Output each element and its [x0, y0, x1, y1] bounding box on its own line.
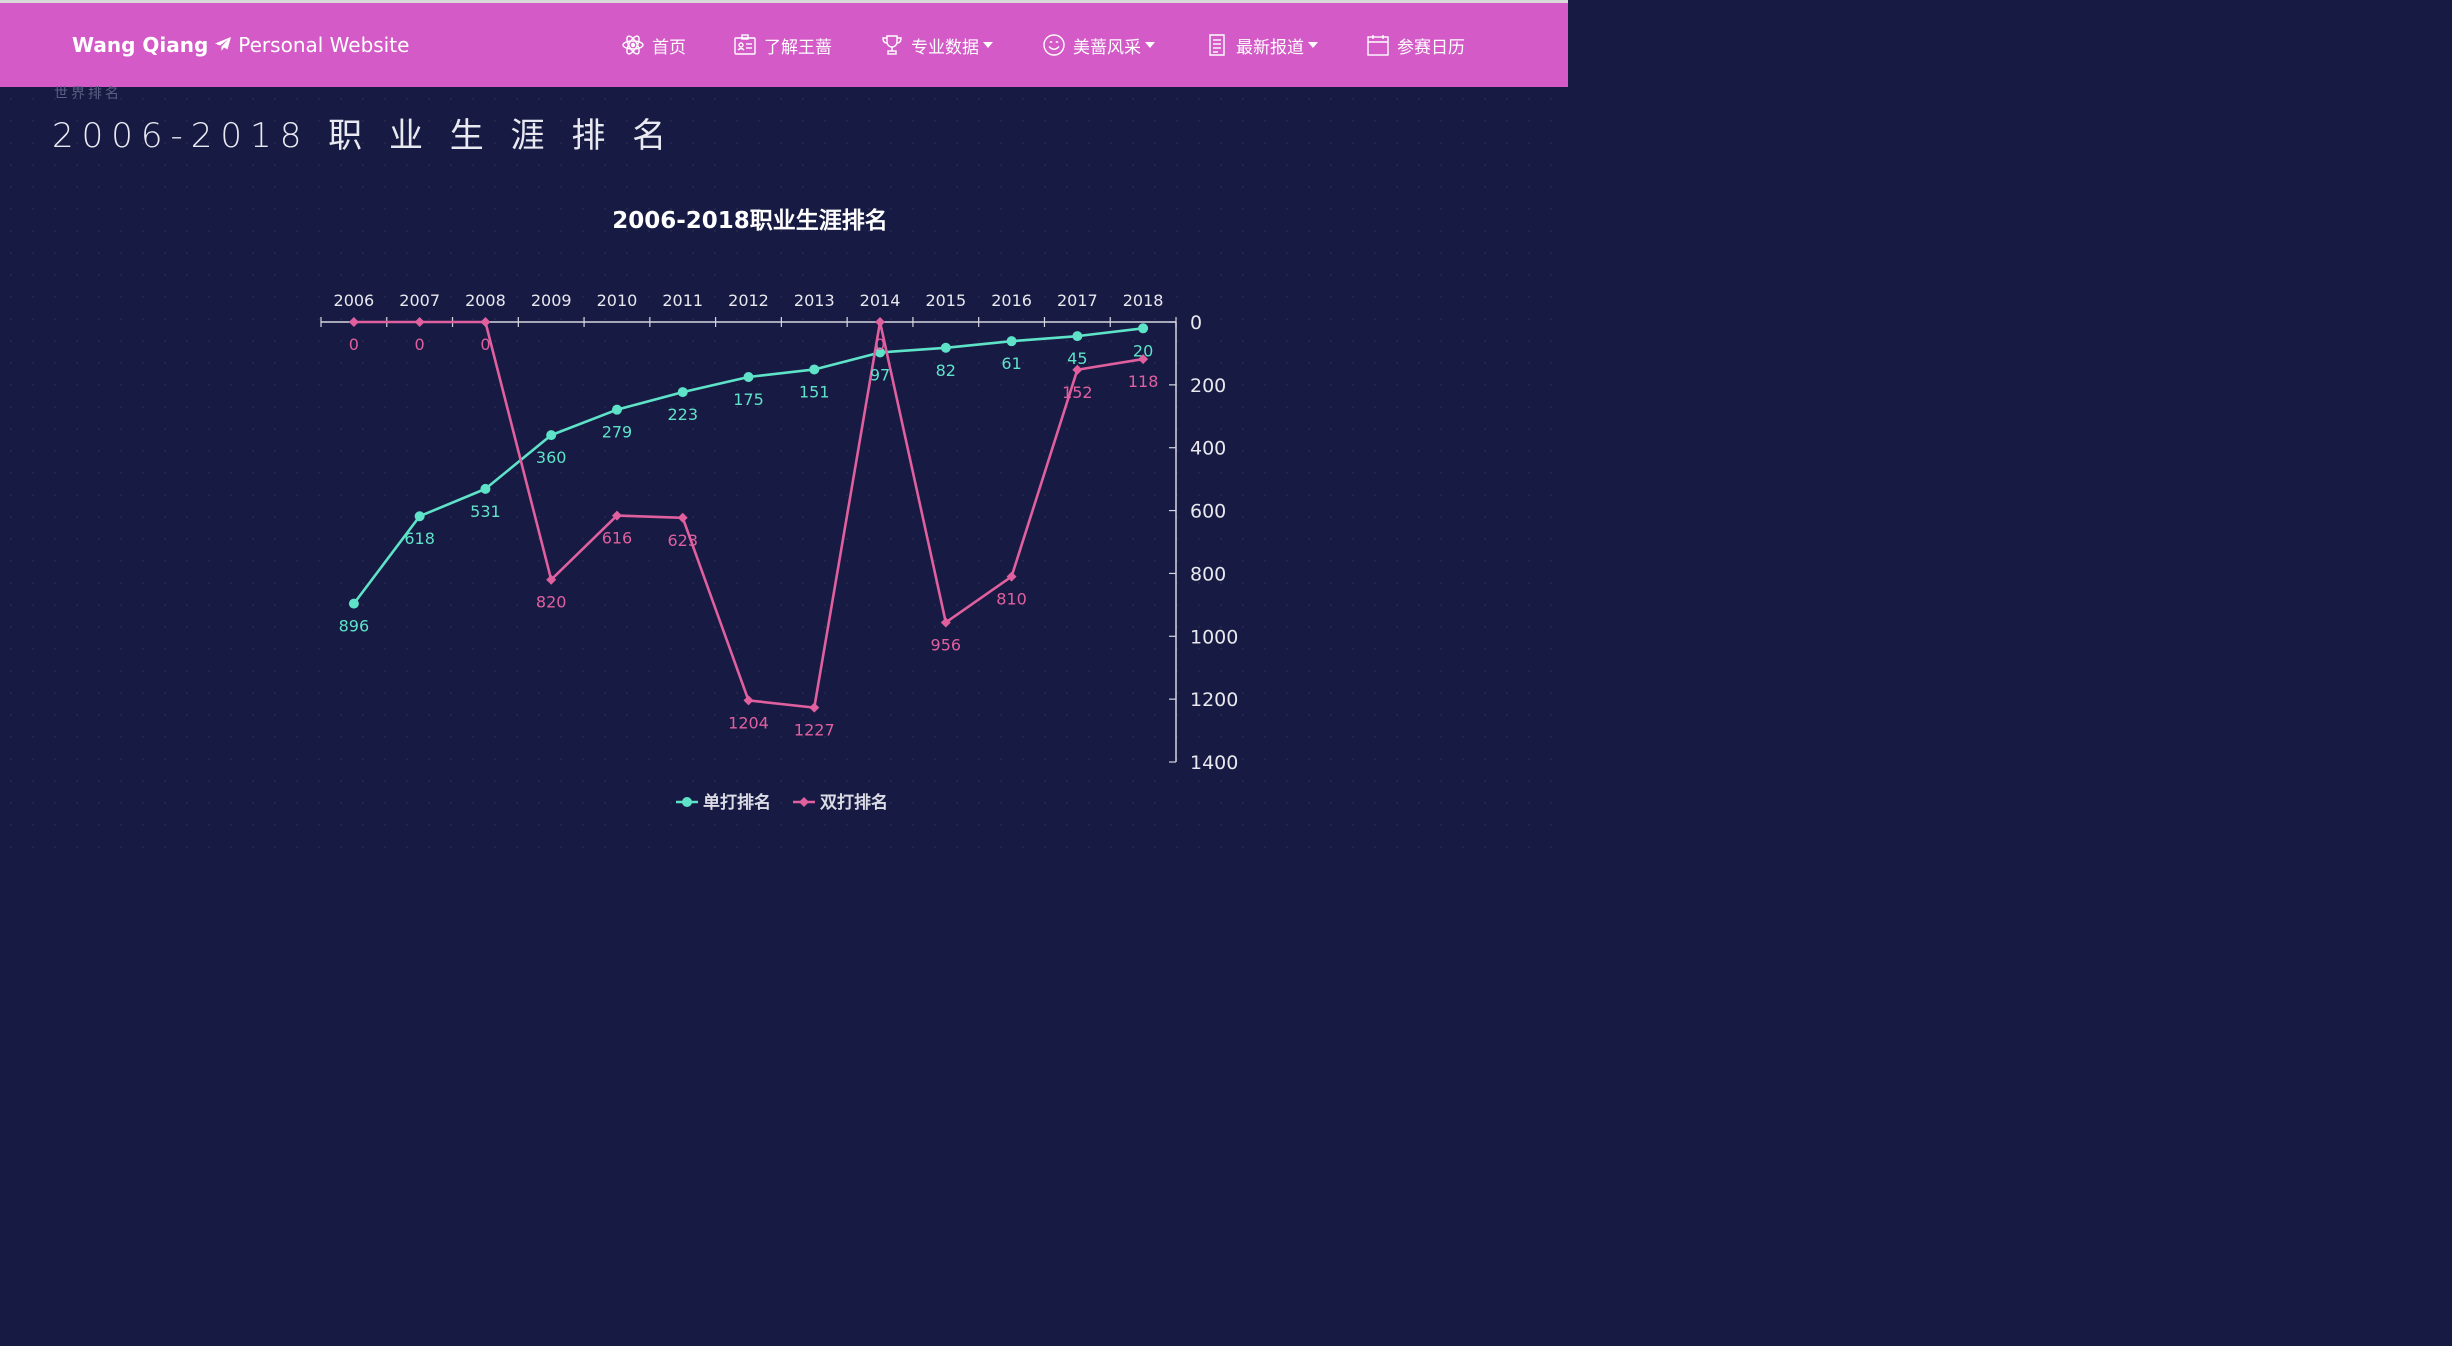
series-line: [352, 326, 1144, 605]
ranking-chart: 2006-2018职业生涯排名 2006 2007 2008 2009 2010 2011…: [320, 207, 1238, 813]
data-point[interactable]: [480, 317, 491, 327]
data-label: 223: [667, 405, 698, 424]
x-tick-label: 2015: [925, 291, 966, 310]
data-label: 82: [936, 361, 956, 380]
data-point[interactable]: [414, 511, 425, 522]
data-label: 279: [602, 423, 633, 442]
data-label: 151: [799, 382, 830, 401]
data-label: 618: [404, 529, 435, 548]
data-point[interactable]: [1138, 323, 1149, 334]
data-point[interactable]: [480, 483, 491, 494]
data-point[interactable]: [809, 364, 820, 375]
x-tick-label: 2017: [1057, 291, 1098, 310]
data-label: 623: [667, 531, 698, 550]
data-point[interactable]: [546, 430, 557, 441]
y-tick-label: 200: [1190, 375, 1226, 397]
data-label: 0: [349, 335, 359, 354]
data-label: 820: [536, 593, 567, 612]
data-label: 0: [480, 335, 490, 354]
data-label: 175: [733, 390, 764, 409]
legend-marker: [682, 797, 692, 807]
legend-item[interactable]: 双打排名: [820, 792, 888, 813]
data-label: 1204: [728, 713, 769, 732]
x-tick-label: 2013: [794, 291, 835, 310]
data-label: 616: [602, 529, 633, 548]
legend-marker: [799, 797, 809, 807]
data-label: 0: [415, 335, 425, 354]
x-tick-label: 2010: [597, 291, 638, 310]
y-tick-label: 0: [1190, 312, 1202, 334]
data-label: 531: [470, 502, 501, 521]
data-label: 152: [1062, 383, 1093, 402]
data-label: 20: [1133, 341, 1153, 360]
data-label: 360: [536, 448, 567, 467]
x-tick-label: 2014: [860, 291, 901, 310]
data-label: 896: [339, 617, 370, 636]
y-tick-label: 1400: [1190, 752, 1238, 774]
data-point[interactable]: [611, 404, 622, 415]
data-point[interactable]: [348, 317, 359, 327]
data-label: 61: [1001, 354, 1021, 373]
data-point[interactable]: [677, 387, 688, 398]
data-point[interactable]: [1006, 336, 1017, 347]
data-point[interactable]: [348, 598, 359, 609]
data-label: 1227: [794, 721, 835, 740]
x-tick-label: 2016: [991, 291, 1032, 310]
chart-title: 2006-2018职业生涯排名: [612, 207, 888, 234]
data-point[interactable]: [1072, 331, 1083, 342]
x-tick-label: 2012: [728, 291, 769, 310]
x-tick-label: 2011: [662, 291, 703, 310]
x-tick-label: 2007: [399, 291, 440, 310]
x-tick-label: 2009: [531, 291, 572, 310]
y-tick-label: 400: [1190, 438, 1226, 460]
data-label: 45: [1067, 349, 1087, 368]
data-label: 810: [996, 590, 1027, 609]
y-tick-label: 800: [1190, 563, 1226, 585]
y-tick-label: 1200: [1190, 689, 1238, 711]
data-label: 956: [931, 635, 962, 654]
x-tick-label: 2006: [334, 291, 375, 310]
data-label: 118: [1128, 372, 1159, 391]
data-point[interactable]: [743, 695, 754, 706]
x-tick-label: 2008: [465, 291, 506, 310]
data-label: 97: [870, 365, 890, 384]
y-tick-label: 600: [1190, 501, 1226, 523]
data-point[interactable]: [677, 512, 688, 523]
data-point[interactable]: [414, 317, 425, 327]
data-label: 0: [875, 335, 885, 354]
data-point[interactable]: [875, 317, 886, 327]
x-tick-label: 2018: [1123, 291, 1164, 310]
legend-item[interactable]: 单打排名: [703, 792, 771, 813]
data-point[interactable]: [743, 372, 754, 382]
y-tick-label: 1000: [1190, 626, 1238, 648]
data-point[interactable]: [940, 342, 951, 353]
data-point[interactable]: [809, 702, 820, 713]
